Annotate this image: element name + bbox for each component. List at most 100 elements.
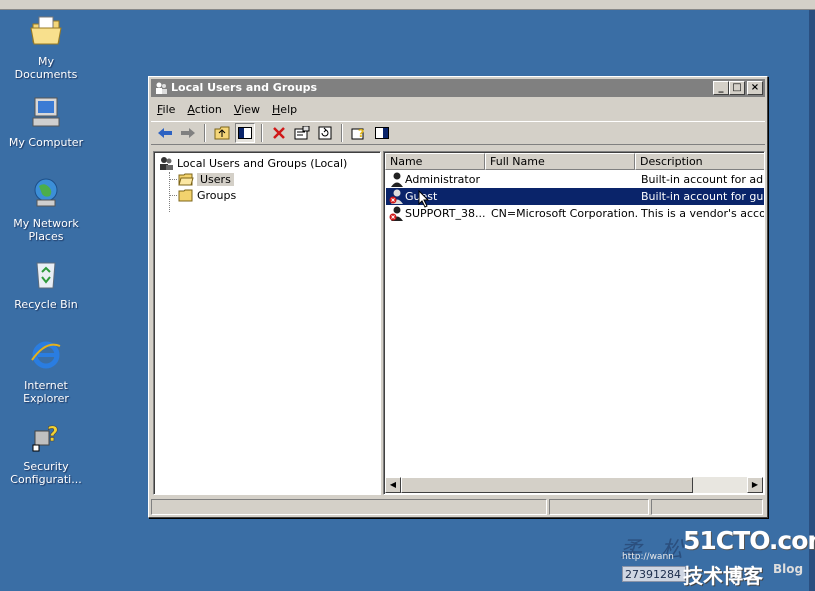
delete-x-icon: [273, 127, 285, 139]
my-computer-icon: [32, 97, 60, 127]
up-one-level-button[interactable]: [212, 123, 232, 143]
outer-window-edge: [809, 10, 815, 591]
forward-button[interactable]: [178, 123, 198, 143]
folder-up-icon: [214, 126, 230, 140]
help-icon: ?: [351, 127, 364, 140]
desktop-icon-label: Places: [28, 230, 64, 243]
console-tree-pane[interactable]: Local Users and Groups (Local) Users Gro…: [153, 151, 381, 495]
close-button[interactable]: ×: [747, 81, 763, 95]
watermark-number: 27391284: [622, 566, 686, 582]
desktop-icon-security-configuration[interactable]: ? Security Configurati...: [6, 419, 86, 486]
column-header-full-name[interactable]: Full Name: [485, 153, 635, 170]
toolbar-separator: [204, 124, 206, 142]
scroll-left-button[interactable]: ◀: [385, 477, 401, 493]
back-arrow-icon: [158, 128, 172, 138]
desktop-icon-label: My Computer: [8, 136, 84, 149]
tree-node-label: Groups: [197, 188, 237, 202]
cell-name: Administrator: [405, 173, 480, 186]
folder-open-icon: [178, 173, 194, 185]
cell-full-name: CN=Microsoft Corporation....: [491, 207, 637, 220]
scroll-thumb[interactable]: [401, 477, 693, 493]
status-cell: [151, 499, 547, 515]
console-tree-icon: [238, 127, 252, 139]
my-network-places-icon: [34, 178, 58, 207]
desktop-icon-label: Explorer: [23, 392, 69, 405]
desktop-icon-internet-explorer[interactable]: Internet Explorer: [6, 338, 86, 405]
properties-button[interactable]: [292, 123, 312, 143]
table-row[interactable]: Guest Built-in account for guest: [386, 188, 764, 205]
local-users-and-groups-window: Local Users and Groups _ □ × File Action…: [148, 76, 768, 518]
disabled-user-icon: [389, 206, 403, 221]
security-configuration-icon: ?: [32, 422, 59, 452]
desktop-icon-my-documents[interactable]: My Documents: [6, 14, 86, 81]
tree-connector: [169, 195, 177, 196]
tree-node-groups[interactable]: Groups: [178, 187, 236, 203]
details-list-pane[interactable]: Name Full Name Description Administrator…: [383, 151, 765, 495]
users-snapin-icon: [156, 82, 167, 94]
outer-window-frame: [0, 0, 815, 10]
show-hide-action-pane-button[interactable]: [372, 123, 392, 143]
desktop-icon-my-network-places[interactable]: My Network Places: [6, 176, 86, 243]
toolbar-separator: [261, 124, 263, 142]
table-row[interactable]: SUPPORT_38... CN=Microsoft Corporation..…: [386, 205, 764, 222]
tree-connector: [169, 172, 170, 212]
menu-help[interactable]: Help: [272, 103, 297, 116]
refresh-icon: [318, 126, 332, 140]
delete-button[interactable]: [269, 123, 289, 143]
watermark-tech-blog: 技术博客: [683, 564, 763, 588]
cell-description: Built-in account for guest: [641, 190, 764, 203]
title-bar[interactable]: Local Users and Groups _ □ ×: [151, 79, 765, 97]
status-cell: [651, 499, 763, 515]
menu-view[interactable]: View: [234, 103, 260, 116]
desktop-icon-label: Configurati...: [10, 473, 82, 486]
scroll-right-button[interactable]: ▶: [747, 477, 763, 493]
menu-help-label: elp: [280, 102, 298, 116]
horizontal-scrollbar[interactable]: ◀ ▶: [385, 477, 763, 493]
menu-file[interactable]: File: [157, 103, 175, 116]
mouse-cursor-icon: [418, 190, 430, 208]
back-button[interactable]: [155, 123, 175, 143]
properties-icon: [294, 126, 310, 140]
status-bar: [151, 499, 765, 515]
desktop-icon-label: Security: [23, 460, 69, 473]
cell-description: Built-in account for adminis: [641, 173, 764, 186]
svg-text:?: ?: [47, 422, 59, 446]
forward-arrow-icon: [181, 128, 195, 138]
column-header-description[interactable]: Description: [635, 153, 764, 170]
status-cell: [549, 499, 649, 515]
table-row[interactable]: Administrator Built-in account for admin…: [386, 171, 764, 188]
tree-node-label: Local Users and Groups (Local): [177, 156, 348, 170]
desktop-icon-label: My Network: [13, 217, 79, 230]
my-documents-icon: [30, 16, 62, 45]
desktop-icon-label: My Documents: [14, 55, 78, 81]
show-hide-console-tree-button[interactable]: [235, 123, 255, 143]
menu-action[interactable]: Action: [187, 103, 221, 116]
minimize-button[interactable]: _: [713, 81, 729, 95]
tree-node-users[interactable]: Users: [178, 171, 234, 187]
desktop-icon-label: Internet: [24, 379, 68, 392]
help-button[interactable]: ?: [349, 123, 369, 143]
cell-description: This is a vendor's account: [641, 207, 764, 220]
window-title: Local Users and Groups: [171, 81, 318, 94]
tree-connector: [169, 179, 177, 180]
menu-view-label: iew: [241, 102, 261, 116]
tree-node-label: Users: [197, 172, 234, 186]
menu-bar: File Action View Help: [151, 99, 765, 119]
user-icon: [391, 172, 403, 187]
refresh-button[interactable]: [315, 123, 335, 143]
watermark-blog: Blog: [773, 562, 804, 576]
watermark-url: http://wann: [622, 552, 674, 562]
recycle-bin-icon: [36, 262, 56, 289]
desktop-icon-my-computer[interactable]: My Computer: [6, 95, 86, 149]
action-pane-icon: [375, 127, 389, 139]
maximize-button[interactable]: □: [729, 81, 745, 95]
svg-text:?: ?: [358, 127, 364, 140]
watermark-site-logo: 51CTO.com: [683, 526, 815, 555]
menu-action-accelerator: A: [187, 102, 195, 116]
desktop-icon-label: Recycle Bin: [14, 298, 78, 311]
tree-node-local-users-and-groups[interactable]: Local Users and Groups (Local): [158, 155, 347, 171]
desktop-icon-recycle-bin[interactable]: Recycle Bin: [6, 257, 86, 311]
column-header-name[interactable]: Name: [385, 153, 485, 170]
internet-explorer-icon: [31, 341, 61, 369]
toolbar: ?: [151, 121, 765, 145]
